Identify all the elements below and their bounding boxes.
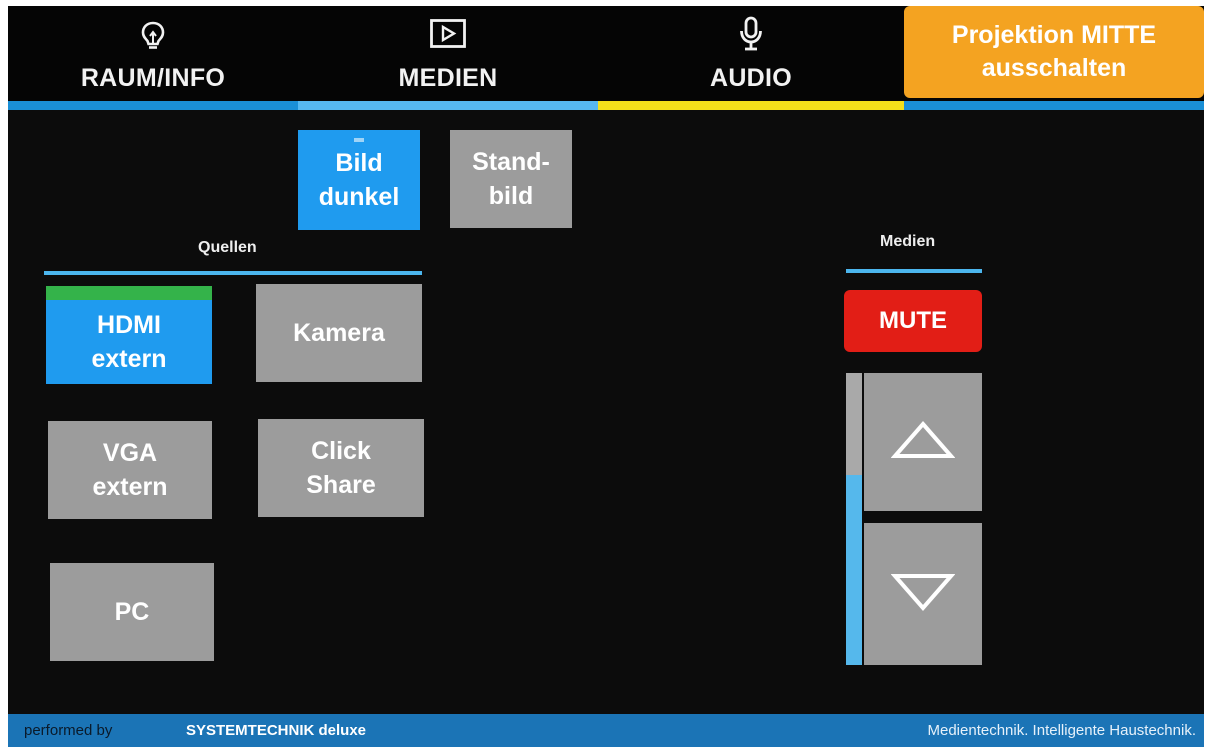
top-navigation-bar: RAUM/INFO MEDIEN AUDIO Projektion MITTE … (8, 6, 1204, 101)
lightbulb-icon (140, 20, 166, 57)
tab-audio-indicator (598, 101, 904, 110)
volume-level-fill (846, 475, 862, 665)
volume-up-button[interactable] (864, 373, 982, 511)
source-hdmi-extern-button[interactable]: HDMI extern (46, 286, 212, 384)
standbild-button[interactable]: Stand- bild (450, 130, 572, 228)
standbild-line1: Stand- (472, 148, 550, 176)
source-kamera-button[interactable]: Kamera (256, 284, 422, 382)
volume-level-bar[interactable] (846, 373, 862, 665)
triangle-down-icon (890, 572, 956, 617)
play-screen-icon (429, 18, 467, 55)
media-title: Medien (880, 233, 936, 250)
source-hdmi-line1: HDMI (97, 311, 161, 339)
bild-dunkel-indicator (354, 138, 364, 142)
projection-off-line2: ausschalten (981, 54, 1127, 82)
bild-dunkel-line2: dunkel (318, 183, 400, 211)
bild-dunkel-button[interactable]: Bild dunkel (298, 130, 420, 230)
source-clickshare-line2: Share (306, 471, 376, 499)
triangle-up-icon (890, 420, 956, 465)
footer-brand: SYSTEMTECHNIK deluxe (186, 722, 367, 739)
mute-button[interactable]: MUTE (844, 290, 982, 352)
tab-raum-info-label: RAUM/INFO (80, 64, 226, 92)
tab-audio[interactable]: AUDIO (598, 6, 904, 101)
mute-label: MUTE (879, 307, 947, 334)
projection-off-button[interactable]: Projektion MITTE ausschalten (904, 6, 1204, 98)
bild-dunkel-line1: Bild (335, 149, 383, 177)
footer-bar: performed by SYSTEMTECHNIK deluxe Medien… (8, 714, 1204, 747)
tab-raum-info[interactable]: RAUM/INFO (8, 6, 298, 101)
sources-title: Quellen (198, 239, 257, 256)
footer-tagline: Medientechnik. Intelligente Haustechnik. (927, 722, 1197, 739)
source-pc-button[interactable]: PC (50, 563, 214, 661)
tab-medien-indicator (298, 101, 598, 110)
tab-audio-label: AUDIO (709, 64, 793, 92)
media-divider (846, 269, 982, 273)
source-vga-extern-button[interactable]: VGA extern (48, 421, 212, 519)
tab-medien[interactable]: MEDIEN (298, 6, 598, 101)
control-panel-screen: RAUM/INFO MEDIEN AUDIO Projektion MITTE … (8, 6, 1204, 747)
volume-down-button[interactable] (864, 523, 982, 665)
microphone-icon (738, 16, 764, 57)
footer-performed-by: performed by (24, 722, 113, 739)
source-kamera-label: Kamera (293, 319, 385, 347)
standbild-line2: bild (488, 182, 534, 210)
source-vga-line1: VGA (102, 439, 158, 467)
source-vga-line2: extern (92, 473, 168, 501)
projection-off-line1: Projektion MITTE (951, 21, 1157, 49)
tab-raum-info-indicator (8, 101, 298, 110)
tab-medien-label: MEDIEN (398, 64, 498, 92)
source-clickshare-button[interactable]: Click Share (258, 419, 424, 517)
source-clickshare-line1: Click (311, 437, 371, 465)
off-button-indicator (904, 101, 1204, 110)
source-hdmi-line2: extern (91, 345, 167, 373)
sources-divider (44, 271, 422, 275)
source-pc-label: PC (114, 598, 150, 626)
